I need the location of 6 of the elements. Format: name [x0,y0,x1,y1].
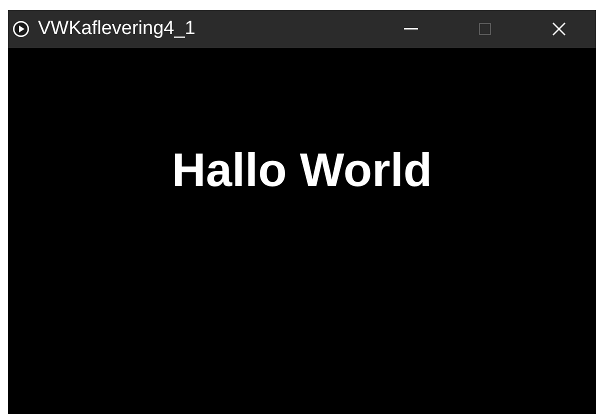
canvas-text: Hallo World [172,146,432,193]
app-icon [13,21,29,37]
close-icon [552,22,566,36]
window-title: VWKaflevering4_1 [38,16,196,41]
minimize-icon [404,28,418,30]
maximize-icon [479,23,491,35]
